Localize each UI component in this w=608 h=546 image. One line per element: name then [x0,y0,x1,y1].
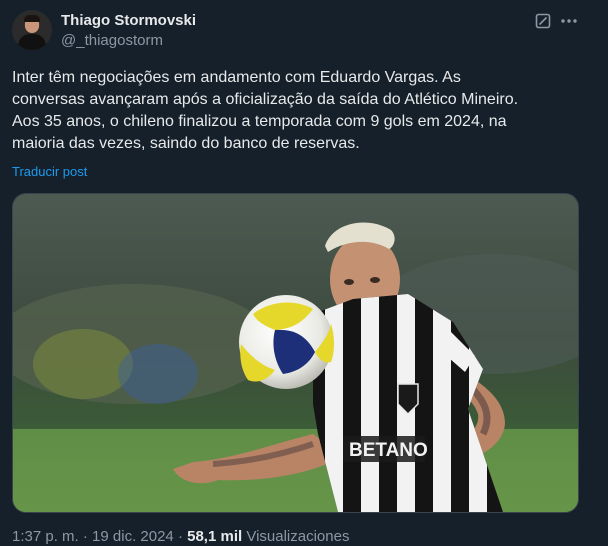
translate-post-link[interactable]: Traducir post [12,164,87,179]
post-text-line: maioria das vezes, saindo do banco de re… [12,135,360,152]
post-text: Inter têm negociações em andamento com E… [12,67,596,155]
meta-separator: · [82,528,88,545]
post-text-line: Aos 35 anos, o chileno finalizou a tempo… [12,113,507,130]
views-count: 58,1 mil [187,528,243,545]
meta-separator: · [177,528,183,545]
author-display-name[interactable]: Thiago Stormovski [61,12,196,29]
post-text-line: conversas avançaram após a oficialização… [12,91,519,108]
avatar-hair [24,15,40,22]
author-handle[interactable]: @_thiagostorm [61,32,163,49]
grok-icon[interactable] [535,13,551,29]
post-meta: 1:37 p. m. · 19 dic. 2024 · 58,1 mil Vis… [12,528,349,545]
post-date[interactable]: 19 dic. 2024 [92,528,174,545]
avatar[interactable] [12,10,52,50]
tweet: Thiago Stormovski @_thiagostorm Inter tê… [0,0,608,546]
shirt-sponsor: BETANO [349,440,428,461]
avatar-shirt [18,34,46,50]
post-time[interactable]: 1:37 p. m. [12,528,79,545]
post-photo: BETANO [13,194,578,512]
post-image[interactable]: BETANO [12,193,579,513]
more-horizontal-icon[interactable] [560,13,578,29]
post-text-line: Inter têm negociações em andamento com E… [12,69,461,86]
views-label: Visualizaciones [246,528,350,545]
